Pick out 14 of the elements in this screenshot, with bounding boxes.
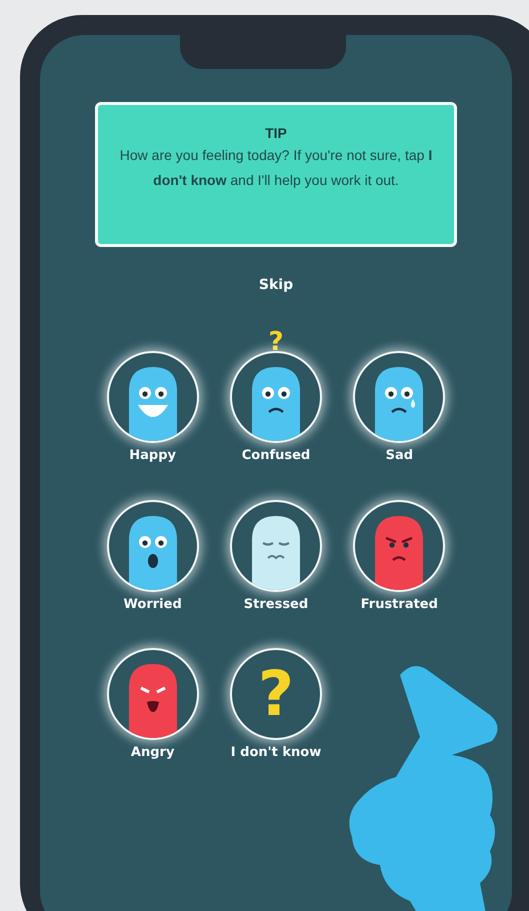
mood-label: Stressed <box>244 596 308 614</box>
mood-label: Frustrated <box>360 596 438 614</box>
mood-label: Worried <box>124 596 182 614</box>
tip-title: TIP <box>265 124 287 143</box>
skip-button[interactable]: Skip <box>258 275 294 296</box>
tip-text: How are you feeling today? If you're not sure, tap I don't know and I'll help you work it out. <box>118 146 434 190</box>
mood-label: Confused <box>242 447 310 465</box>
question-mark: ? <box>268 329 284 355</box>
mood-label: Angry <box>130 744 174 762</box>
mood-label: Sad <box>386 447 414 465</box>
question-mark: ? <box>258 663 294 725</box>
mood-button[interactable]: ? <box>230 648 322 740</box>
mood-label: I don't know <box>230 744 322 762</box>
mood-label: Happy <box>129 447 176 465</box>
